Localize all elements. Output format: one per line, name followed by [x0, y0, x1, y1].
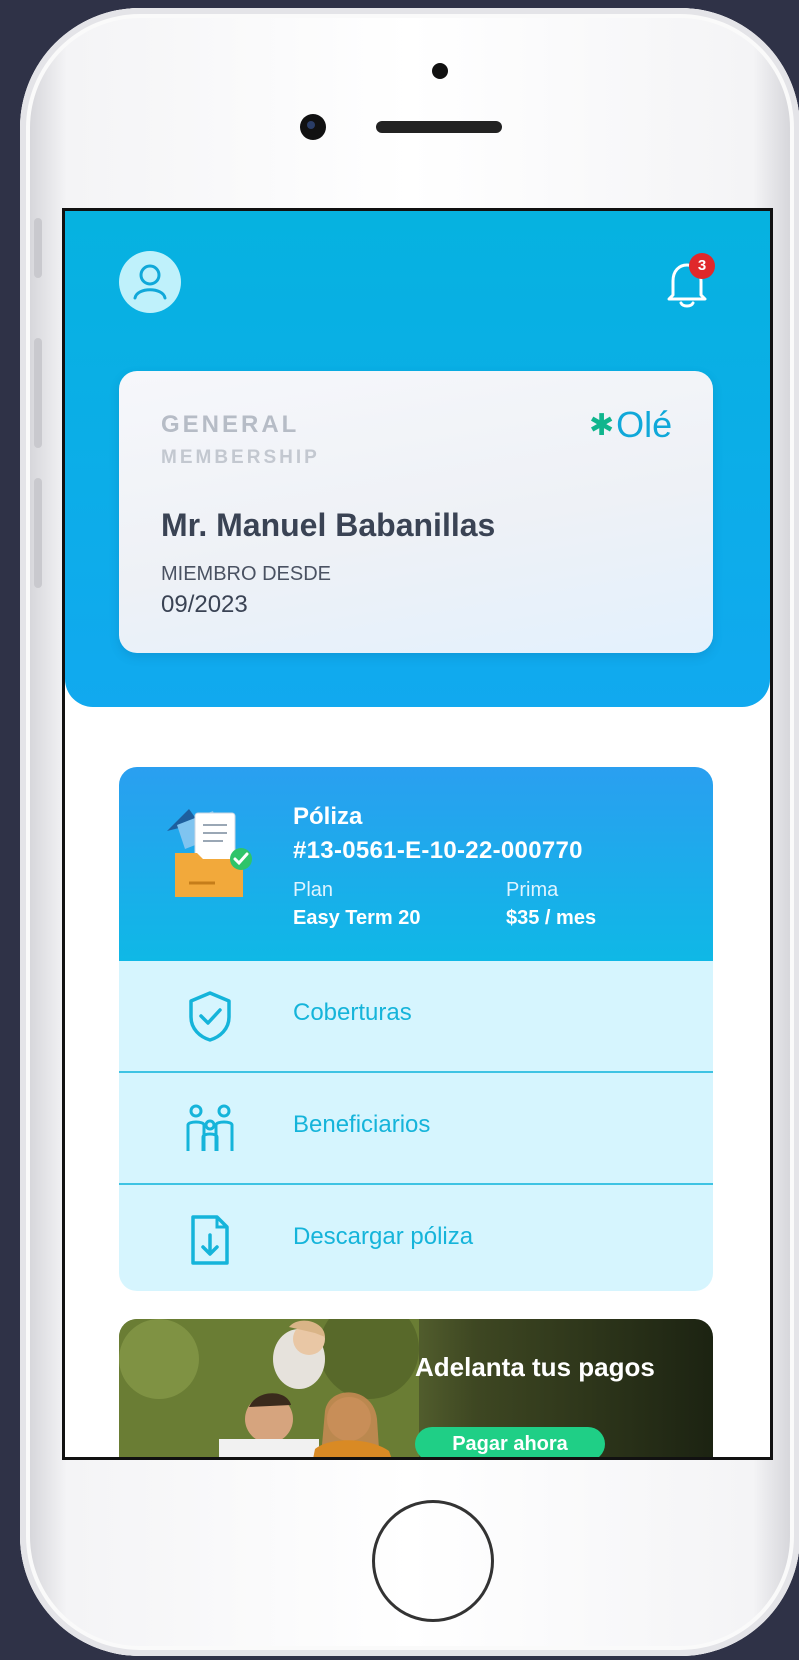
policy-number: #13-0561-E-10-22-000770: [293, 837, 583, 864]
star-icon: ✱: [589, 408, 615, 442]
menu-label: Descargar póliza: [293, 1223, 474, 1250]
member-since-date: 09/2023: [161, 591, 248, 618]
policy-card: Póliza #13-0561-E-10-22-000770 Plan Easy…: [119, 767, 713, 1291]
premium-value: $35 / mes: [506, 907, 597, 929]
home-button[interactable]: [372, 1500, 494, 1622]
brand-name: Olé: [616, 404, 673, 445]
member-since-label: MIEMBRO DESDE: [161, 563, 332, 585]
menu-item-coberturas[interactable]: Coberturas: [119, 961, 713, 1073]
premium-label: Prima: [506, 879, 559, 901]
profile-avatar-button[interactable]: [119, 251, 181, 313]
mute-switch: [34, 218, 42, 278]
membership-tier: GENERAL: [161, 411, 300, 438]
policy-label: Póliza: [293, 803, 363, 830]
volume-up-button: [34, 338, 42, 448]
promo-title: Adelanta tus pagos: [415, 1352, 655, 1382]
menu-label: Coberturas: [293, 999, 412, 1026]
app-screen: 3 GENERAL MEMBERSHIP ✱ Olé Mr. Manuel Ba…: [62, 208, 773, 1460]
plan-value: Easy Term 20: [293, 907, 421, 929]
brand-logo: ✱ Olé: [589, 404, 673, 445]
policy-folder-icon: [167, 809, 252, 897]
proximity-sensor: [432, 63, 448, 79]
front-camera: [300, 114, 326, 140]
family-icon: [186, 1104, 234, 1151]
membership-tier-sub: MEMBERSHIP: [161, 447, 320, 468]
shield-check-icon: [189, 991, 231, 1042]
volume-down-button: [34, 478, 42, 588]
download-document-icon: [191, 1215, 229, 1265]
promo-banner[interactable]: Adelanta tus pagos Pagar ahora: [119, 1319, 713, 1457]
menu-item-descargar-poliza[interactable]: Descargar póliza: [119, 1185, 713, 1291]
pay-now-button[interactable]: Pagar ahora: [415, 1427, 605, 1457]
policy-header[interactable]: Póliza #13-0561-E-10-22-000770 Plan Easy…: [119, 767, 713, 961]
plan-label: Plan: [293, 879, 334, 901]
menu-item-beneficiarios[interactable]: Beneficiarios: [119, 1073, 713, 1185]
membership-card[interactable]: GENERAL MEMBERSHIP ✱ Olé Mr. Manuel Baba…: [119, 371, 713, 653]
family-photo: [119, 1319, 419, 1457]
member-name: Mr. Manuel Babanillas: [161, 507, 496, 543]
earpiece-speaker: [376, 121, 502, 133]
notification-badge: 3: [689, 253, 715, 279]
menu-label: Beneficiarios: [293, 1111, 431, 1138]
user-icon: [133, 264, 167, 300]
